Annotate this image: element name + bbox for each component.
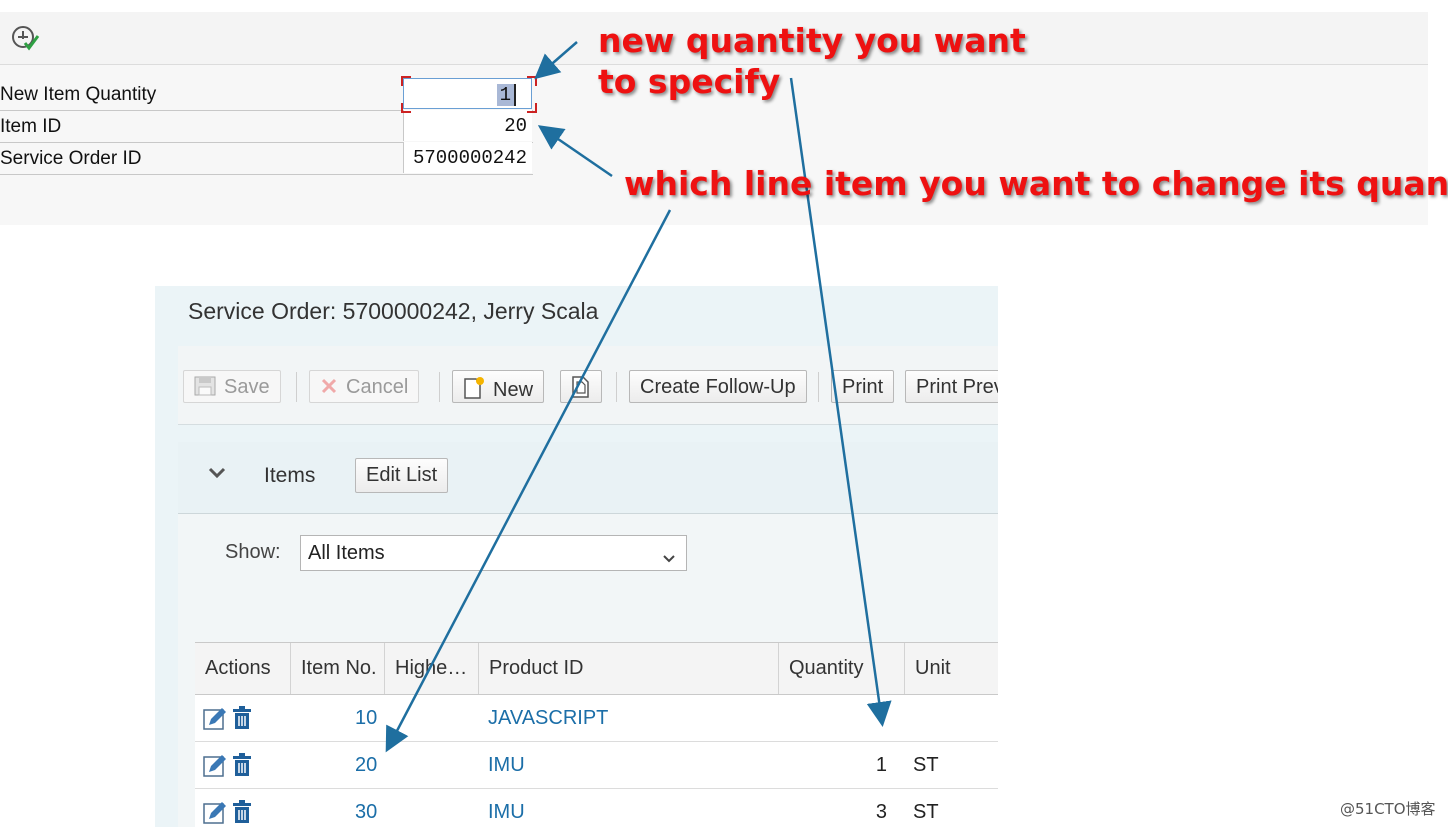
execute-icon[interactable] (10, 24, 40, 52)
table-header: Actions Item No. Highe… Product ID Quant… (195, 643, 998, 695)
form-row-item-id: Item ID 20 (0, 110, 533, 143)
edit-icon[interactable] (203, 755, 226, 777)
delete-icon[interactable] (233, 706, 251, 729)
edit-list-button[interactable]: Edit List (355, 458, 449, 493)
service-order-id-label: Service Order ID (0, 148, 142, 169)
item-number-link[interactable]: 20 (355, 754, 377, 777)
save-label: Save (224, 376, 270, 398)
column-header-product-id[interactable]: Product ID (479, 643, 779, 694)
item-number-link[interactable]: 10 (355, 707, 377, 730)
product-id-link[interactable]: JAVASCRIPT (488, 707, 608, 730)
new-document-icon (464, 377, 484, 399)
show-filter-select[interactable]: All Items (300, 535, 687, 571)
item-id-label: Item ID (0, 116, 62, 137)
new-item-quantity-input[interactable]: 1 (403, 78, 532, 109)
save-button[interactable]: Save (183, 370, 281, 403)
watermark: @51CTO博客 (1340, 800, 1436, 818)
print-preview-button[interactable]: Print Prev (905, 370, 998, 403)
table-row: 20 IMU 1 ST (195, 742, 998, 789)
show-label: Show: (225, 541, 281, 563)
service-order-id-input[interactable]: 5700000242 (403, 142, 532, 173)
table-row: 10 JAVASCRIPT (195, 695, 998, 742)
row-actions (203, 799, 255, 827)
copy-button[interactable] (560, 370, 602, 403)
delete-icon[interactable] (233, 753, 251, 776)
cancel-button[interactable]: Cancel (309, 370, 420, 403)
toolbar-divider (296, 372, 297, 402)
new-item-quantity-label: New Item Quantity (0, 84, 157, 105)
show-filter-value: All Items (308, 542, 385, 564)
items-title: Items (264, 464, 316, 487)
unit-cell: ST (913, 801, 939, 823)
item-number-link[interactable]: 30 (355, 801, 377, 824)
copy-icon (572, 376, 589, 398)
quantity-cell: 1 (875, 754, 887, 776)
chevron-down-icon (662, 547, 676, 563)
table-row: 30 IMU 3 ST (195, 789, 998, 827)
new-label: New (493, 379, 534, 401)
toolbar-divider (439, 372, 440, 402)
column-header-actions[interactable]: Actions (195, 643, 291, 694)
focus-corner (401, 76, 411, 86)
focus-corner (401, 103, 411, 113)
new-item-quantity-value: 1 (496, 84, 516, 106)
edit-icon[interactable] (203, 708, 226, 730)
form-row-new-item-quantity: New Item Quantity 1 (0, 78, 533, 111)
edit-icon[interactable] (203, 802, 226, 824)
focus-corner (527, 76, 537, 86)
toolbar-divider (818, 372, 819, 402)
annotation-line-item: which line item you want to change its q… (624, 164, 1448, 203)
items-table: Actions Item No. Highe… Product ID Quant… (195, 642, 998, 827)
annotation-quantity-line2: to specify (598, 62, 781, 101)
print-button[interactable]: Print (831, 370, 895, 403)
product-id-link[interactable]: IMU (488, 801, 525, 824)
create-follow-up-button[interactable]: Create Follow-Up (629, 370, 807, 403)
cancel-icon (321, 378, 337, 394)
focus-corner (527, 103, 537, 113)
quantity-cell: 3 (875, 801, 887, 823)
annotation-quantity-line1: new quantity you want (598, 21, 1026, 60)
delete-icon[interactable] (233, 800, 251, 823)
unit-cell: ST (913, 754, 939, 776)
items-header: Items Edit List (178, 442, 998, 514)
row-actions (203, 752, 255, 783)
chevron-down-icon[interactable] (208, 466, 226, 480)
service-order-web-ui: Service Order: 5700000242, Jerry Scala S… (155, 286, 998, 827)
web-toolbar: Save Cancel New Create Follow-Up Print P… (178, 346, 998, 425)
product-id-link[interactable]: IMU (488, 754, 525, 777)
form-row-service-order-id: Service Order ID 5700000242 (0, 142, 533, 175)
row-actions (203, 705, 255, 736)
column-header-unit[interactable]: Unit (905, 643, 998, 694)
column-header-higher-item[interactable]: Highe… (385, 643, 479, 694)
cancel-label: Cancel (346, 376, 409, 398)
column-header-quantity[interactable]: Quantity (779, 643, 905, 694)
save-icon (194, 376, 216, 396)
page-title: Service Order: 5700000242, Jerry Scala (188, 298, 599, 324)
items-assignment-block: Items Edit List Show: All Items Actions … (178, 442, 998, 827)
toolbar-divider (616, 372, 617, 402)
item-id-input[interactable]: 20 (403, 110, 532, 141)
column-header-item-no[interactable]: Item No. (291, 643, 385, 694)
new-button[interactable]: New (452, 370, 545, 403)
